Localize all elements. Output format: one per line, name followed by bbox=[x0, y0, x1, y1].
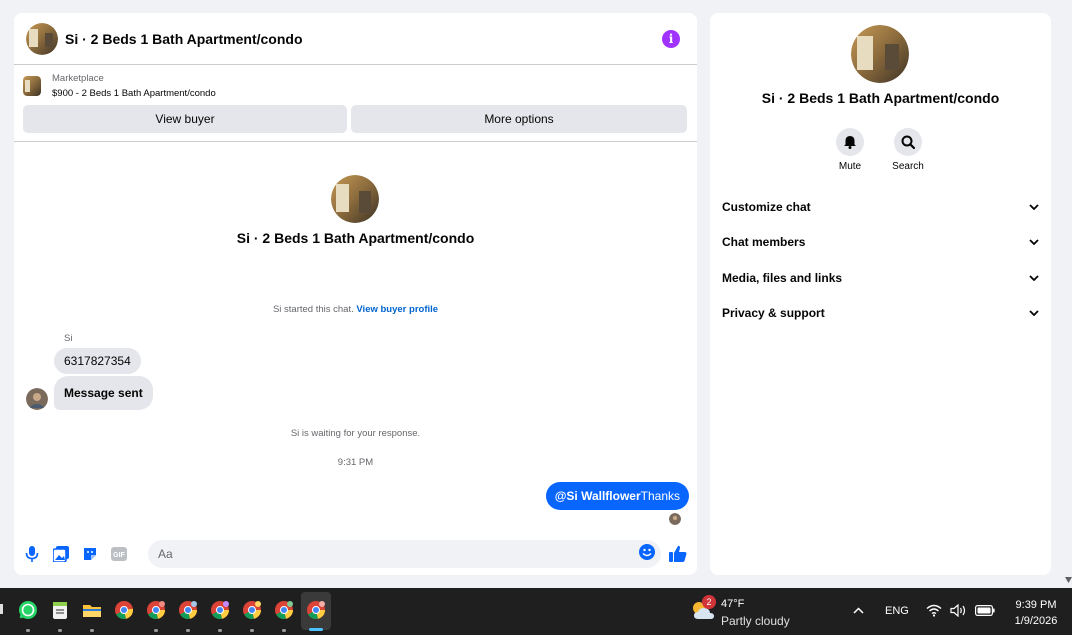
thread-title: Si · 2 Beds 1 Bath Apartment/condo bbox=[236, 230, 475, 246]
language-indicator[interactable]: ENG bbox=[885, 605, 909, 617]
chat-title[interactable]: Si · 2 Beds 1 Bath Apartment/condo bbox=[65, 31, 662, 47]
photo-icon[interactable] bbox=[53, 546, 69, 562]
volume-icon[interactable] bbox=[950, 604, 967, 617]
gif-icon[interactable]: GIF bbox=[111, 546, 127, 562]
whatsapp-icon[interactable] bbox=[18, 600, 38, 620]
active-indicator bbox=[309, 628, 323, 631]
notepad-icon[interactable] bbox=[50, 600, 70, 620]
thread-avatar bbox=[331, 175, 379, 223]
taskbar-indicator bbox=[250, 629, 254, 632]
weather-widget[interactable]: 2 47°F Partly cloudy bbox=[690, 595, 790, 628]
mention[interactable]: @Si Wallflower bbox=[555, 489, 641, 503]
incoming-message[interactable]: 6317827354 bbox=[54, 348, 141, 374]
outgoing-message[interactable]: @Si Wallflower Thanks bbox=[545, 482, 689, 510]
mute-label: Mute bbox=[838, 161, 862, 172]
chrome-profile-icon[interactable] bbox=[210, 600, 230, 620]
emoji-icon[interactable] bbox=[639, 543, 655, 565]
taskbar-indicator bbox=[90, 629, 94, 632]
taskbar: 2 47°F Partly cloudy ENG 9:39 PM 1/9/202… bbox=[0, 588, 1072, 635]
menu-label: Media, files and links bbox=[722, 270, 843, 285]
menu-media-files-links[interactable]: Media, files and links bbox=[722, 260, 1039, 296]
taskbar-indicator bbox=[154, 629, 158, 632]
chrome-profile-icon[interactable] bbox=[178, 600, 198, 620]
menu-label: Chat members bbox=[722, 235, 806, 250]
details-avatar bbox=[851, 25, 909, 83]
clock[interactable]: 9:39 PM 1/9/2026 bbox=[1000, 597, 1072, 629]
message-timestamp: 9:31 PM bbox=[337, 457, 374, 468]
chat-details-panel: Si · 2 Beds 1 Bath Apartment/condo Mute … bbox=[710, 13, 1051, 575]
seen-avatar bbox=[669, 513, 681, 525]
chrome-profile-icon[interactable] bbox=[242, 600, 262, 620]
started-text: Si started this chat. bbox=[272, 304, 354, 315]
chrome-icon[interactable] bbox=[114, 600, 134, 620]
marketplace-banner: Marketplace $900 - 2 Beds 1 Bath Apartme… bbox=[14, 65, 697, 142]
marketplace-label: Marketplace bbox=[52, 73, 104, 84]
message-input[interactable] bbox=[158, 547, 639, 561]
taskbar-indicator bbox=[186, 629, 190, 632]
notification-badge: 2 bbox=[702, 595, 716, 609]
chevron-up-icon[interactable] bbox=[853, 607, 864, 614]
chat-header: Si · 2 Beds 1 Bath Apartment/condo i bbox=[14, 13, 697, 65]
message-input-container bbox=[148, 540, 661, 568]
chevron-down-icon bbox=[1029, 310, 1039, 317]
outgoing-text: Thanks bbox=[640, 489, 680, 503]
listing-thumbnail[interactable] bbox=[23, 76, 41, 96]
menu-label: Privacy & support bbox=[722, 306, 825, 321]
temperature: 47°F bbox=[721, 598, 745, 610]
taskbar-indicator bbox=[26, 629, 30, 632]
bell-icon bbox=[844, 136, 856, 149]
clock-time: 9:39 PM bbox=[1015, 599, 1057, 611]
taskbar-indicator bbox=[218, 629, 222, 632]
message-thread: Si · 2 Beds 1 Bath Apartment/condo Si st… bbox=[14, 143, 697, 533]
search-label: Search bbox=[892, 161, 924, 172]
like-icon[interactable] bbox=[669, 545, 687, 563]
details-menu: Customize chat Chat members Media, files… bbox=[722, 189, 1039, 331]
clock-date: 1/9/2026 bbox=[1014, 615, 1058, 627]
more-options-button[interactable]: More options bbox=[351, 105, 687, 133]
chevron-down-icon bbox=[1029, 275, 1039, 281]
chevron-down-icon bbox=[1029, 204, 1039, 210]
start-edge bbox=[0, 604, 3, 614]
view-buyer-button[interactable]: View buyer bbox=[23, 105, 347, 133]
menu-customize-chat[interactable]: Customize chat bbox=[722, 189, 1039, 225]
waiting-notice: Si is waiting for your response. bbox=[290, 428, 421, 439]
view-buyer-profile-link[interactable]: View buyer profile bbox=[356, 304, 438, 315]
weather-description: Partly cloudy bbox=[721, 614, 790, 628]
battery-icon[interactable] bbox=[975, 605, 995, 616]
chat-panel: Si · 2 Beds 1 Bath Apartment/condo i Mar… bbox=[14, 13, 697, 575]
chrome-profile-icon[interactable] bbox=[306, 600, 326, 620]
taskbar-indicator bbox=[58, 629, 62, 632]
microphone-icon[interactable] bbox=[24, 546, 40, 562]
chevron-down-icon bbox=[1029, 239, 1039, 246]
menu-label: Customize chat bbox=[722, 199, 811, 214]
menu-privacy-support[interactable]: Privacy & support bbox=[722, 296, 1039, 332]
details-title: Si · 2 Beds 1 Bath Apartment/condo bbox=[761, 90, 1000, 106]
listing-avatar[interactable] bbox=[26, 22, 58, 55]
info-icon[interactable]: i bbox=[662, 29, 680, 48]
sender-name: Si bbox=[64, 333, 73, 344]
composer: GIF bbox=[14, 533, 697, 575]
file-explorer-icon[interactable] bbox=[82, 600, 102, 620]
search-button[interactable]: Search bbox=[883, 128, 933, 172]
scroll-down-arrow-icon[interactable] bbox=[1065, 577, 1072, 583]
chrome-profile-icon[interactable] bbox=[146, 600, 166, 620]
taskbar-indicator bbox=[282, 629, 286, 632]
listing-title[interactable]: $900 - 2 Beds 1 Bath Apartment/condo bbox=[52, 86, 216, 101]
sender-avatar[interactable] bbox=[26, 388, 48, 410]
mute-button[interactable]: Mute bbox=[825, 128, 875, 172]
sticker-icon[interactable] bbox=[82, 546, 98, 562]
wifi-icon[interactable] bbox=[926, 604, 942, 617]
svg-text:GIF: GIF bbox=[113, 552, 125, 559]
chat-started-notice: Si started this chat. View buyer profile bbox=[14, 304, 697, 315]
incoming-message[interactable]: Message sent bbox=[54, 376, 153, 410]
chrome-profile-icon[interactable] bbox=[274, 600, 294, 620]
menu-chat-members[interactable]: Chat members bbox=[722, 225, 1039, 261]
search-icon bbox=[901, 135, 915, 149]
